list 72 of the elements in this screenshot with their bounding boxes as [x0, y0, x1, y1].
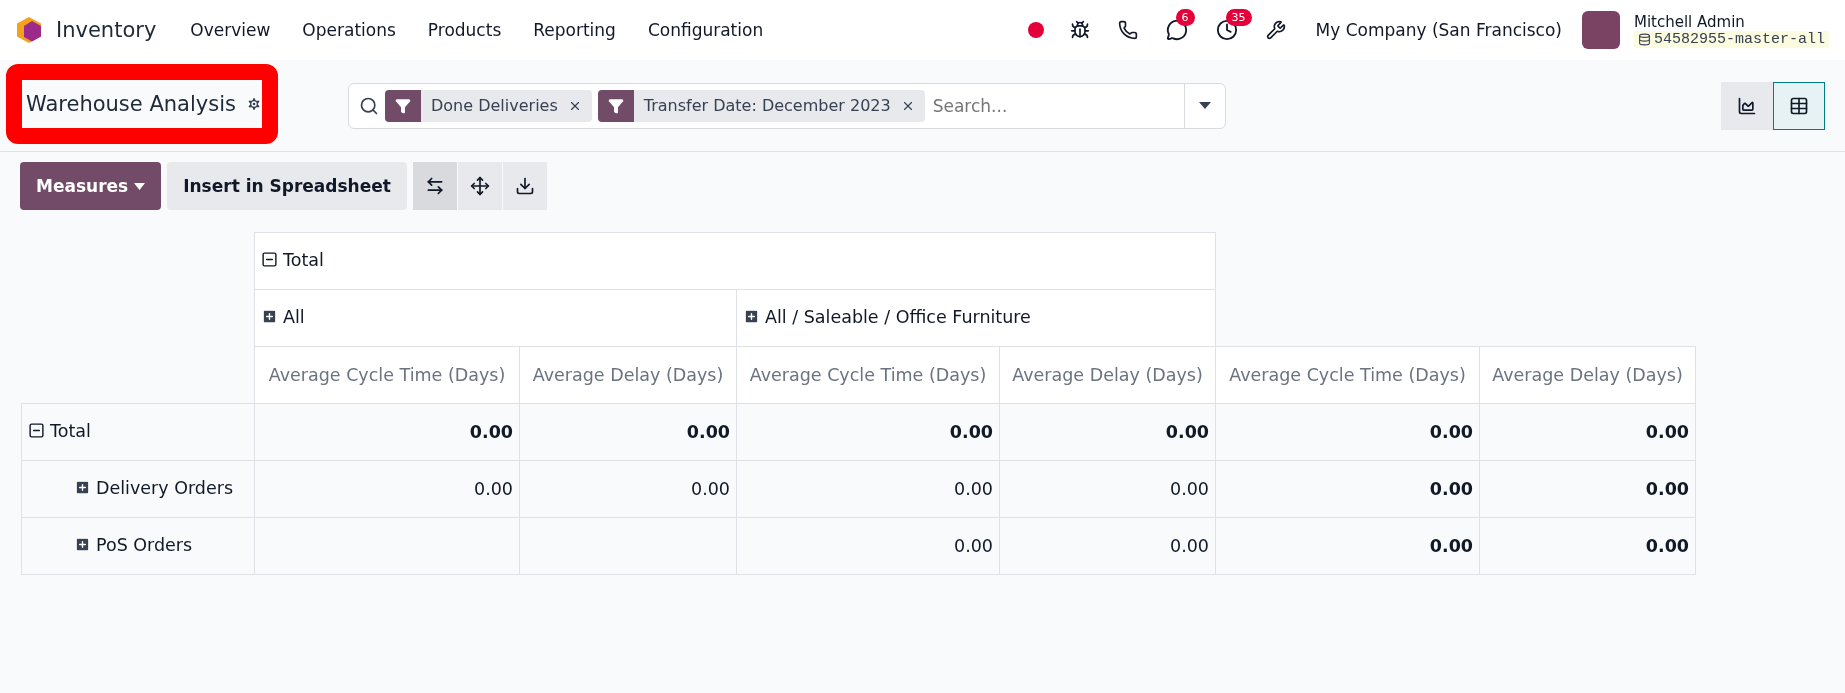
- app-name[interactable]: Inventory: [56, 18, 157, 42]
- view-switch-button[interactable]: [1773, 81, 1825, 130]
- database-icon: [1637, 32, 1651, 46]
- menu-item[interactable]: Configuration: [635, 20, 776, 40]
- row-header[interactable]: Total: [21, 403, 255, 461]
- table-cell: 0.00: [999, 403, 1216, 461]
- table-cell: 0.00: [736, 460, 1000, 518]
- toolbar-button[interactable]: [457, 162, 502, 210]
- app-logo-icon[interactable]: [16, 16, 42, 44]
- chat-icon[interactable]: [1165, 19, 1188, 41]
- table-cell: 0.00: [1215, 517, 1480, 575]
- measure-header[interactable]: Average Cycle Time (Days): [254, 346, 520, 404]
- measure-header[interactable]: Average Delay (Days): [999, 346, 1216, 404]
- filter-facet[interactable]: Transfer Date: December 2023: [597, 89, 925, 122]
- measure-header[interactable]: Average Delay (Days): [1479, 346, 1696, 404]
- measure-header[interactable]: Average Cycle Time (Days): [736, 346, 1000, 404]
- toolbar-button[interactable]: [502, 162, 547, 210]
- notification-badge: 35: [1225, 9, 1252, 26]
- tools-icon[interactable]: [1265, 20, 1286, 40]
- download-icon: [514, 176, 535, 196]
- table-cell: 0.00: [1479, 460, 1696, 518]
- menu-item[interactable]: Operations: [290, 20, 408, 40]
- row-header[interactable]: PoS Orders: [21, 517, 255, 575]
- menu-item[interactable]: Overview: [178, 20, 283, 40]
- clock-icon[interactable]: [1215, 19, 1238, 41]
- menu-item[interactable]: Reporting: [521, 20, 628, 40]
- page-title: Warehouse Analysis: [26, 91, 236, 116]
- measure-header[interactable]: Average Cycle Time (Days): [1215, 346, 1480, 404]
- table-cell: 0.00: [1215, 460, 1480, 518]
- area-chart-icon: [1737, 95, 1757, 116]
- table-cell: 0.00: [999, 517, 1216, 575]
- table-cell: 0.00: [1479, 517, 1696, 575]
- collapse-icon[interactable]: [261, 251, 278, 269]
- move-icon: [469, 176, 490, 196]
- table-cell: 0.00: [519, 403, 737, 461]
- table-cell: 0.00: [1215, 403, 1480, 461]
- expand-icon[interactable]: [743, 308, 760, 326]
- table-cell: 0.00: [1479, 403, 1696, 461]
- filter-icon: [597, 89, 634, 122]
- row-header[interactable]: Delivery Orders: [21, 460, 255, 518]
- table-cell: 0.00: [736, 517, 1000, 575]
- toolbar-button[interactable]: [412, 162, 457, 210]
- user-avatar[interactable]: [1581, 11, 1620, 49]
- expand-icon[interactable]: [74, 479, 91, 497]
- menu-item[interactable]: Products: [415, 20, 514, 40]
- search-icon[interactable]: [359, 95, 379, 116]
- phone-icon[interactable]: [1117, 20, 1138, 40]
- notification-badge: 6: [1175, 9, 1195, 26]
- column-header[interactable]: All / Saleable / Office Furniture: [736, 289, 1216, 347]
- settings-icon[interactable]: [245, 94, 262, 113]
- table-cell: 0.00: [736, 403, 1000, 461]
- bug-icon[interactable]: [1069, 20, 1090, 40]
- expand-icon[interactable]: [74, 536, 91, 554]
- filter-facet[interactable]: Done Deliveries: [385, 89, 592, 122]
- database-text: 54582955-master-all: [1653, 30, 1825, 48]
- insert-spreadsheet-button[interactable]: Insert in Spreadsheet: [167, 162, 407, 210]
- user-name[interactable]: Mitchell Admin: [1633, 12, 1829, 31]
- table-cell: 0.00: [999, 460, 1216, 518]
- column-header[interactable]: All: [254, 289, 737, 347]
- column-header[interactable]: Total: [254, 232, 1216, 290]
- table-cell: 0.00: [254, 460, 520, 518]
- table-icon: [1789, 95, 1809, 116]
- expand-icon[interactable]: [261, 308, 278, 326]
- status-dot[interactable]: [1027, 22, 1044, 38]
- table-cell: 0.00: [519, 460, 737, 518]
- measure-header[interactable]: Average Delay (Days): [519, 346, 737, 404]
- filter-icon: [385, 89, 421, 122]
- caret-down-icon: [134, 182, 146, 190]
- table-cell: 0.00: [254, 403, 520, 461]
- measures-button[interactable]: Measures: [20, 162, 162, 210]
- collapse-icon[interactable]: [28, 422, 45, 440]
- company-switcher[interactable]: My Company (San Francisco): [1303, 20, 1574, 40]
